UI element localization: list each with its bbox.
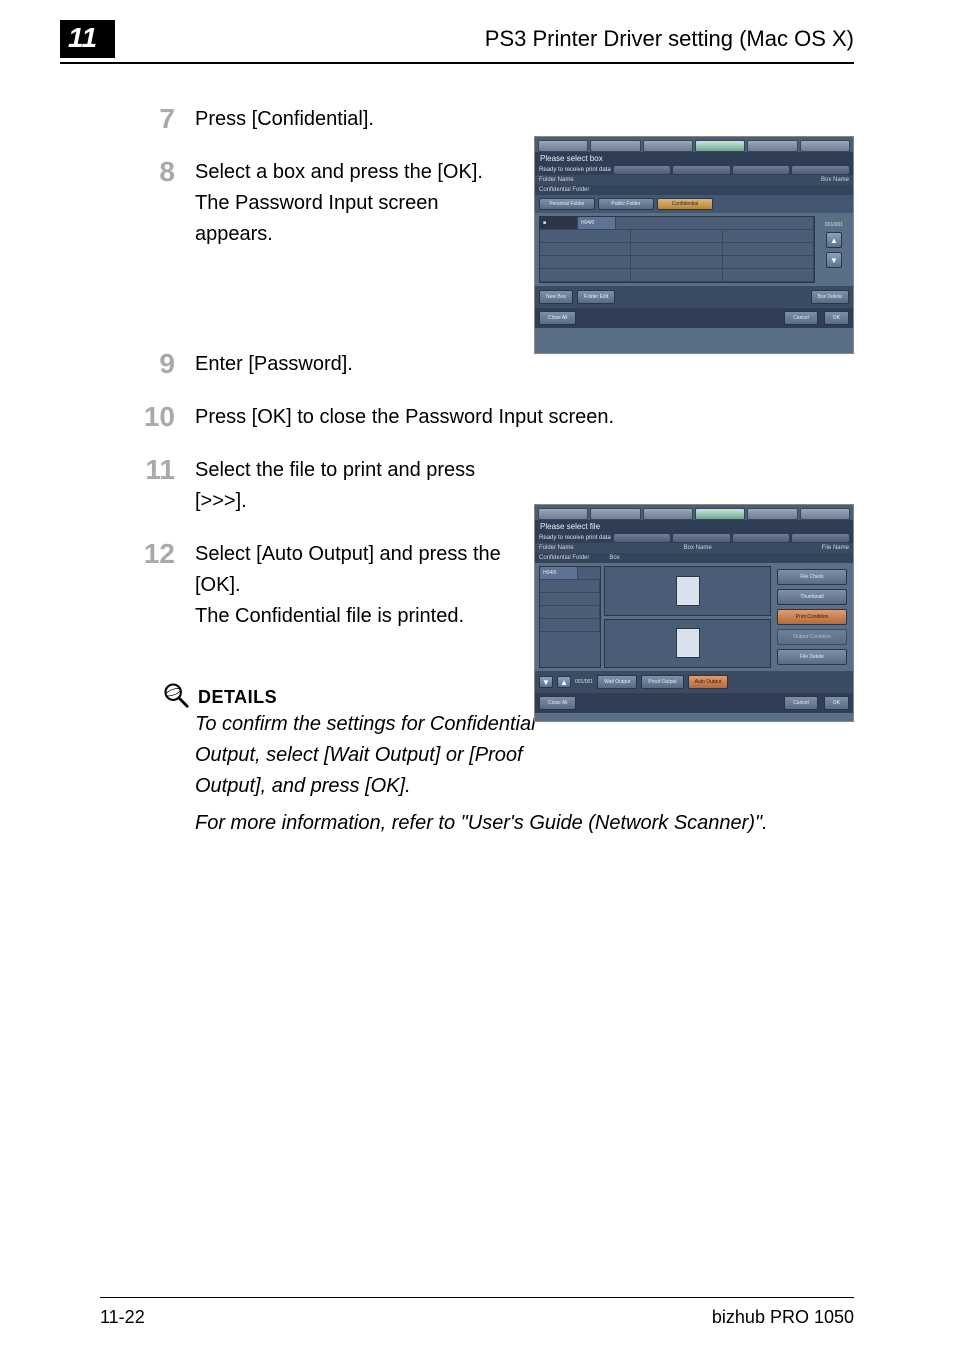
footer-product: bizhub PRO 1050 bbox=[712, 1307, 854, 1328]
panel2-row-label: Confidential Folder bbox=[539, 555, 589, 561]
panel2-filedelete-button[interactable]: File Delete bbox=[777, 649, 847, 665]
panel1-row-label: Confidential Folder bbox=[539, 187, 589, 193]
step-10: 10 Press [OK] to close the Password Inpu… bbox=[120, 402, 854, 433]
panel2-filecheck-button[interactable]: File Check bbox=[777, 569, 847, 585]
panel2-col-box: Box Name bbox=[684, 545, 712, 551]
panel2-col-folder: Folder Name bbox=[539, 545, 574, 551]
panel1-folderedit-button[interactable]: Folder Edit bbox=[577, 290, 615, 304]
panel2-cancel-button[interactable]: Cancel bbox=[784, 696, 818, 710]
panel2-printcond-button[interactable]: Print Condition bbox=[777, 609, 847, 625]
panel1-ok-button[interactable]: OK bbox=[824, 311, 849, 325]
screenshot-select-file: Please select file Ready to receive prin… bbox=[534, 504, 854, 722]
panel1-newbox-button[interactable]: New Box bbox=[539, 290, 573, 304]
panel2-col-file: File Name bbox=[822, 545, 849, 551]
panel1-subtab-public[interactable]: Public Folder bbox=[598, 198, 654, 210]
panel1-up-icon[interactable]: ▲ bbox=[826, 232, 842, 248]
panel2-auto-button[interactable]: Auto Output bbox=[688, 675, 729, 689]
panel1-cancel-button[interactable]: Cancel bbox=[784, 311, 818, 325]
panel1-counter: 001/001 bbox=[825, 222, 843, 228]
panel2-thumbnail-button[interactable]: Thumbnail bbox=[777, 589, 847, 605]
panel1-col-box: Box Name bbox=[821, 177, 849, 183]
panel2-ok-button[interactable]: OK bbox=[824, 696, 849, 710]
step-10-num: 10 bbox=[120, 402, 195, 433]
panel2-proof-button[interactable]: Proof Output bbox=[641, 675, 683, 689]
step-7-text: Press [Confidential]. bbox=[195, 104, 374, 135]
step-12-num: 12 bbox=[120, 539, 195, 659]
details-heading: DETAILS bbox=[198, 681, 277, 708]
step-9-text: Enter [Password]. bbox=[195, 349, 353, 380]
step-8-text: Select a box and press the [OK]. The Pas… bbox=[195, 157, 515, 327]
step-10-text: Press [OK] to close the Password Input s… bbox=[195, 402, 614, 433]
panel1-col-folder: Folder Name bbox=[539, 177, 574, 183]
panel1-subtab-confidential[interactable]: Confidential bbox=[657, 198, 713, 210]
panel2-down-icon[interactable]: ▼ bbox=[539, 676, 553, 688]
magnifier-icon bbox=[162, 681, 190, 709]
panel2-closeall-button[interactable]: Close All bbox=[539, 696, 576, 710]
panel2-outputcond-button[interactable]: Output Condition bbox=[777, 629, 847, 645]
panel2-wait-button[interactable]: Wait Output bbox=[597, 675, 637, 689]
step-7-num: 7 bbox=[120, 104, 195, 135]
panel1-cell[interactable]: H04/0 bbox=[578, 217, 616, 229]
panel2-sub-label: Box bbox=[609, 555, 619, 561]
details-para1: To confirm the settings for Confidential… bbox=[195, 709, 565, 802]
panel1-boxdelete-button[interactable]: Box Delete bbox=[811, 290, 849, 304]
panel1-down-icon[interactable]: ▼ bbox=[826, 252, 842, 268]
panel2-up-icon[interactable]: ▲ bbox=[557, 676, 571, 688]
panel2-cell[interactable]: H04/0 bbox=[540, 567, 578, 579]
panel1-status: Ready to receive print data bbox=[539, 167, 611, 173]
chapter-badge: 11 bbox=[60, 20, 115, 58]
panel2-status: Ready to receive print data bbox=[539, 535, 611, 541]
details-para2: For more information, refer to "User's G… bbox=[195, 808, 854, 839]
step-9-num: 9 bbox=[120, 349, 195, 380]
step-12-text: Select [Auto Output] and press the [OK].… bbox=[195, 539, 545, 659]
panel1-subtab-personal[interactable]: Personal Folder bbox=[539, 198, 595, 210]
step-7: 7 Press [Confidential]. bbox=[120, 104, 854, 135]
panel2-title: Please select file bbox=[535, 520, 853, 533]
panel2-counter: 001/001 bbox=[575, 679, 593, 685]
footer-page: 11-22 bbox=[100, 1307, 145, 1328]
footer-rule bbox=[100, 1297, 854, 1298]
step-8-num: 8 bbox=[120, 157, 195, 327]
page-title: PS3 Printer Driver setting (Mac OS X) bbox=[485, 26, 854, 52]
step-11-text: Select the file to print and press [>>>]… bbox=[195, 455, 525, 517]
panel1-closeall-button[interactable]: Close All bbox=[539, 311, 576, 325]
panel1-title: Please select box bbox=[535, 152, 853, 165]
step-11-num: 11 bbox=[120, 455, 195, 517]
screenshot-select-box: Please select box Ready to receive print… bbox=[534, 136, 854, 354]
